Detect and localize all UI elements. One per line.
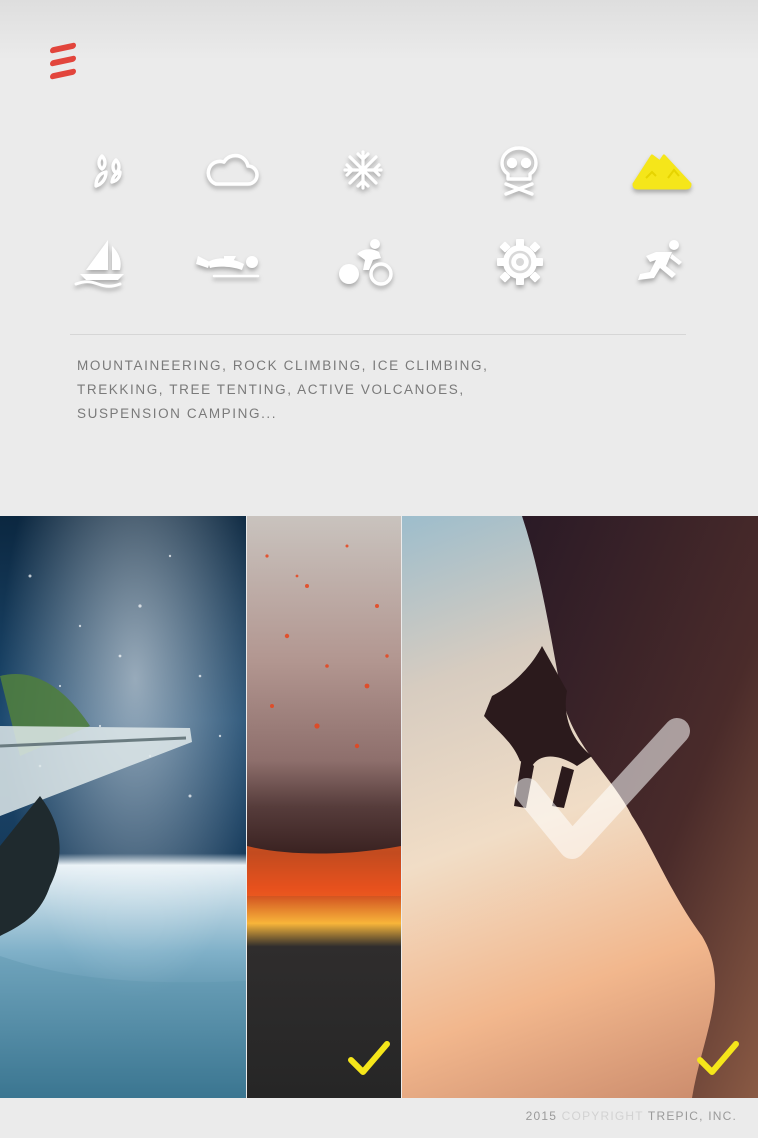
leaves-icon: [94, 154, 122, 188]
sailboat-icon: [74, 240, 124, 288]
checkmark-icon: [348, 1041, 390, 1075]
category-grid: [0, 135, 758, 305]
diver-icon: [196, 256, 260, 278]
gear-icon: [497, 239, 543, 285]
skull-crossbones-icon: [500, 146, 538, 196]
category-weather[interactable]: [192, 135, 272, 205]
rock-climbing-photo[interactable]: [402, 516, 758, 1098]
photo-gallery: [0, 516, 758, 1098]
category-snow[interactable]: [323, 135, 403, 205]
footer-company: TREPIC, INC.: [647, 1109, 737, 1123]
mountain-icon: [632, 154, 692, 190]
windsurfing-photo[interactable]: [0, 516, 246, 1098]
category-running[interactable]: [620, 227, 700, 297]
category-mechanics[interactable]: [480, 227, 560, 297]
snowflake-icon: [343, 150, 383, 190]
cyclist-icon: [339, 239, 393, 286]
footer-copyright: 2015 COPYRIGHT TREPIC, INC.: [526, 1109, 737, 1123]
volcano-photo[interactable]: [247, 516, 401, 1098]
description-line-1: MOUNTAINEERING, ROCK CLIMBING, ICE CLIMB…: [77, 358, 489, 373]
runner-icon: [638, 240, 682, 280]
checkmark-icon: [697, 1041, 739, 1075]
section-divider: [70, 334, 686, 335]
hamburger-menu-icon[interactable]: [48, 42, 78, 82]
category-description: MOUNTAINEERING, ROCK CLIMBING, ICE CLIMB…: [77, 354, 537, 426]
category-cycling[interactable]: [325, 227, 405, 297]
top-bar-shade: [0, 0, 758, 60]
category-sailing[interactable]: [62, 227, 142, 297]
description-line-2: TREKKING, TREE TENTING, ACTIVE VOLCANOES…: [77, 382, 465, 397]
category-danger[interactable]: [479, 135, 559, 205]
category-leaves[interactable]: [68, 135, 148, 205]
category-mountaineering[interactable]: [622, 135, 702, 205]
cloud-icon: [206, 153, 259, 186]
category-diving[interactable]: [190, 227, 270, 297]
footer-year: 2015: [525, 1109, 558, 1123]
description-line-3: SUSPENSION CAMPING...: [77, 406, 278, 421]
footer-copyright-label: COPYRIGHT: [561, 1109, 644, 1123]
